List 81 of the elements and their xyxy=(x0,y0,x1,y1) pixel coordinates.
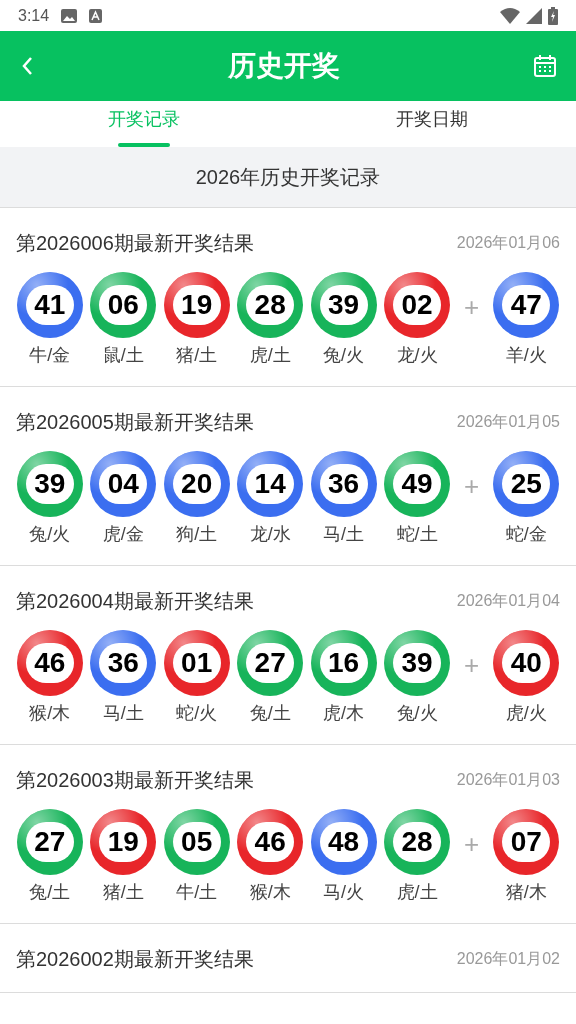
plus-sign: + xyxy=(463,291,481,324)
ball-number: 36 xyxy=(319,464,368,504)
zodiac-label: 龙/火 xyxy=(396,344,438,367)
tab[interactable]: 开奖日期 xyxy=(288,101,576,147)
ball-number: 05 xyxy=(172,822,221,862)
draw-title: 第2026006期最新开奖结果 xyxy=(16,231,254,256)
ball-number: 46 xyxy=(246,822,295,862)
plus-sign: + xyxy=(463,649,481,682)
ball-number: 40 xyxy=(502,643,551,683)
ball-number: 41 xyxy=(25,285,74,325)
ball-number: 39 xyxy=(25,464,74,504)
ball-number: 16 xyxy=(319,643,368,683)
plus-sign: + xyxy=(463,470,481,503)
zodiac-label: 兔/火 xyxy=(323,344,365,367)
zodiac-label: 鼠/土 xyxy=(102,344,144,367)
draw-date: 2026年01月04 xyxy=(456,591,560,611)
zodiac-label: 龙/水 xyxy=(249,523,291,546)
ball-number: 46 xyxy=(25,643,74,683)
ball-number: 36 xyxy=(99,643,148,683)
draw-title: 第2026002期最新开奖结果 xyxy=(16,947,254,972)
ball-number: 27 xyxy=(25,822,74,862)
zodiac-label: 虎/火 xyxy=(505,702,547,725)
zodiac-label: 马/土 xyxy=(323,523,365,546)
draw-title: 第2026003期最新开奖结果 xyxy=(16,768,254,793)
text-icon xyxy=(89,8,103,23)
wifi-icon xyxy=(500,7,520,24)
zodiac-label: 猪/土 xyxy=(102,881,144,904)
page-title: 历史开奖 xyxy=(228,49,340,83)
draw-title: 第2026005期最新开奖结果 xyxy=(16,410,254,435)
ball-number: 25 xyxy=(502,464,551,504)
zodiac-label: 狗/土 xyxy=(176,523,218,546)
zodiac-label: 猪/木 xyxy=(505,881,547,904)
zodiac-label: 猴/木 xyxy=(29,702,71,725)
zodiac-label: 马/土 xyxy=(102,702,144,725)
draw-date: 2026年01月05 xyxy=(456,412,560,432)
signal-icon xyxy=(526,7,542,24)
plus-sign: + xyxy=(463,828,481,861)
image-icon xyxy=(61,8,78,23)
zodiac-label: 猴/木 xyxy=(249,881,291,904)
draw-date: 2026年01月03 xyxy=(456,770,560,790)
battery-icon xyxy=(548,6,558,25)
zodiac-label: 蛇/火 xyxy=(176,702,218,725)
ball-number: 39 xyxy=(319,285,368,325)
ball-number: 19 xyxy=(172,285,221,325)
zodiac-label: 猪/土 xyxy=(176,344,218,367)
ball-number: 39 xyxy=(393,643,442,683)
draw-date: 2026年01月02 xyxy=(456,949,560,969)
section-title: 2026年历史开奖记录 xyxy=(195,165,381,190)
zodiac-label: 牛/土 xyxy=(176,881,218,904)
zodiac-label: 虎/土 xyxy=(396,881,438,904)
back-icon[interactable] xyxy=(20,55,34,77)
zodiac-label: 羊/火 xyxy=(505,344,547,367)
ball-number: 28 xyxy=(393,822,442,862)
ball-number: 49 xyxy=(393,464,442,504)
ball-number: 48 xyxy=(319,822,368,862)
calendar-icon[interactable] xyxy=(534,55,556,77)
ball-number: 07 xyxy=(502,822,551,862)
zodiac-label: 兔/火 xyxy=(396,702,438,725)
zodiac-label: 兔/土 xyxy=(249,702,291,725)
ball-number: 27 xyxy=(246,643,295,683)
draw-date: 2026年01月06 xyxy=(456,233,560,253)
zodiac-label: 虎/土 xyxy=(249,344,291,367)
zodiac-label: 虎/金 xyxy=(102,523,144,546)
zodiac-label: 兔/火 xyxy=(29,523,71,546)
zodiac-label: 马/火 xyxy=(323,881,365,904)
draw-title: 第2026004期最新开奖结果 xyxy=(16,589,254,614)
zodiac-label: 兔/土 xyxy=(29,881,71,904)
ball-number: 19 xyxy=(99,822,148,862)
zodiac-label: 蛇/金 xyxy=(505,523,547,546)
zodiac-label: 蛇/土 xyxy=(396,523,438,546)
ball-number: 14 xyxy=(246,464,295,504)
ball-number: 28 xyxy=(246,285,295,325)
ball-number: 20 xyxy=(172,464,221,504)
zodiac-label: 牛/金 xyxy=(29,344,71,367)
ball-number: 02 xyxy=(393,285,442,325)
ball-number: 01 xyxy=(172,643,221,683)
ball-number: 04 xyxy=(99,464,148,504)
ball-number: 06 xyxy=(99,285,148,325)
zodiac-label: 虎/木 xyxy=(323,702,365,725)
ball-number: 47 xyxy=(502,285,551,325)
status-time: 3:14 xyxy=(18,5,50,26)
